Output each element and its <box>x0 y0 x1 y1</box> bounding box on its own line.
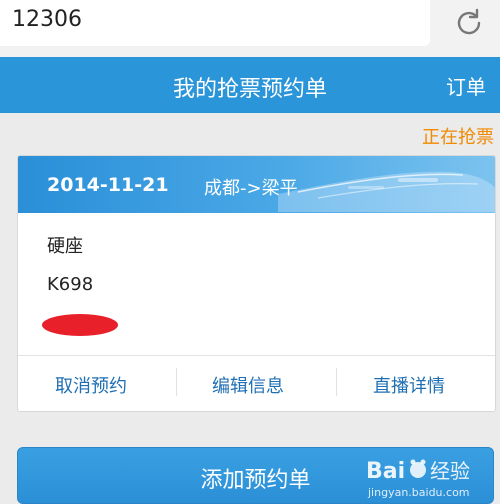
url-input[interactable]: 12306 <box>0 0 430 46</box>
title-bar: 我的抢票预约单 订单 <box>0 57 500 113</box>
seat-type: 硬座 <box>47 236 83 257</box>
page-title: 我的抢票预约单 <box>172 77 327 102</box>
divider <box>336 368 337 396</box>
svg-text:jingyan.baidu.com: jingyan.baidu.com <box>367 486 470 499</box>
svg-text:Bai: Bai <box>366 459 405 484</box>
divider <box>18 355 495 356</box>
booking-card-header: 2014-11-21 成都->梁平 <box>18 156 495 213</box>
divider <box>176 368 177 396</box>
svg-text:经验: 经验 <box>430 459 470 483</box>
trip-route: 成都->梁平 <box>204 178 298 199</box>
address-bar: 12306 <box>0 0 500 57</box>
url-text: 12306 <box>12 7 82 32</box>
orders-link[interactable]: 订单 <box>446 71 486 100</box>
refresh-icon[interactable] <box>452 6 486 40</box>
train-illustration <box>278 171 495 212</box>
grab-status: 正在抢票 <box>422 127 494 148</box>
trip-date: 2014-11-21 <box>47 174 169 196</box>
live-details-button[interactable]: 直播详情 <box>373 372 445 398</box>
edit-info-button[interactable]: 编辑信息 <box>212 372 284 398</box>
redacted-passenger <box>42 314 118 336</box>
booking-card: 2014-11-21 成都->梁平 硬座 K698 取消预约 编辑信息 直播详情 <box>17 155 496 412</box>
cancel-booking-button[interactable]: 取消预约 <box>55 372 127 398</box>
train-number: K698 <box>47 274 94 295</box>
baidu-jingyan-watermark: Bai 经验 jingyan.baidu.com <box>366 459 470 499</box>
